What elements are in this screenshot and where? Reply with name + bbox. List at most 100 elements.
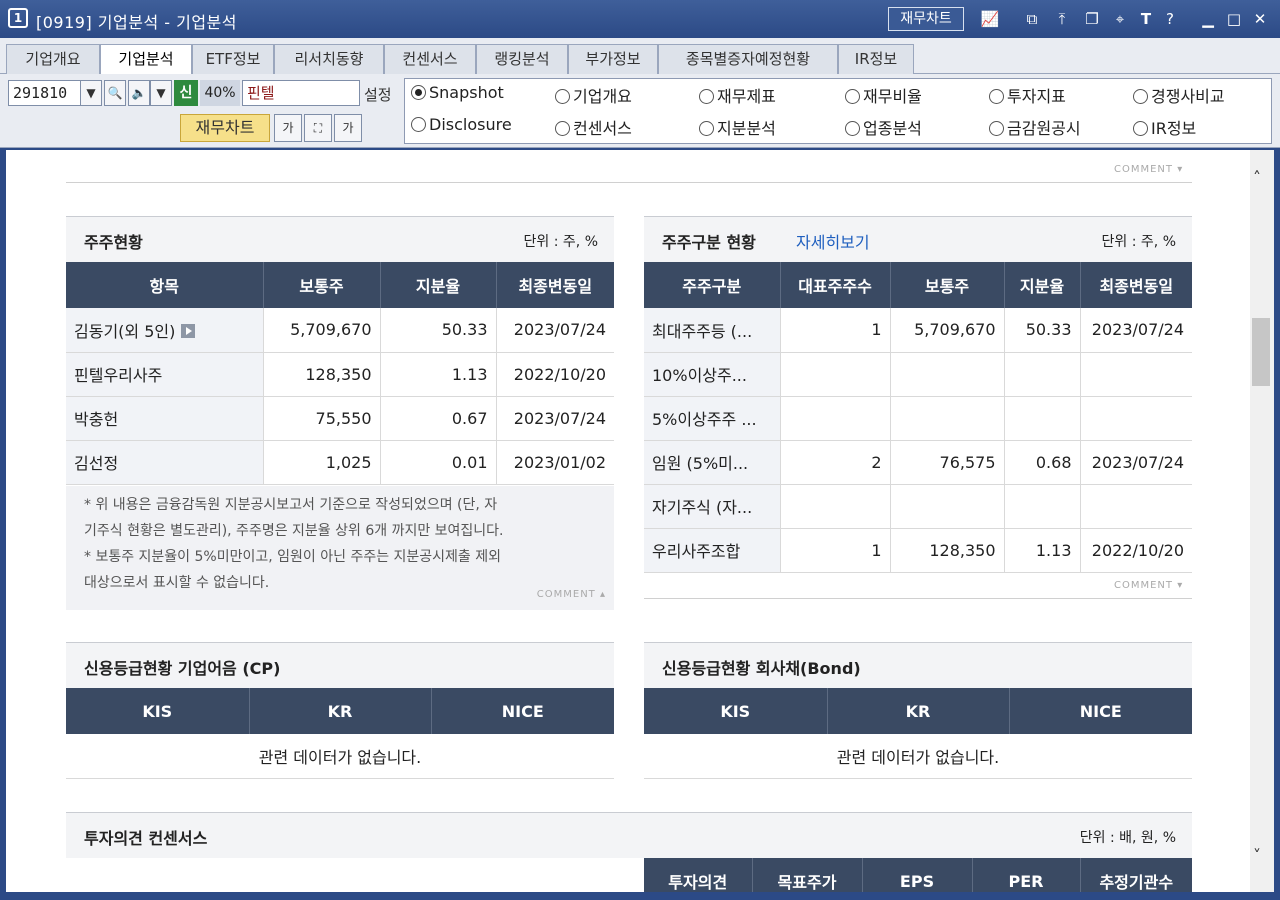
consensus-header: 투자의견 컨센서스 단위 : 배, 원, % (66, 812, 1192, 858)
radio-icon (989, 89, 1004, 104)
radio-icon (1133, 89, 1148, 104)
vertical-scrollbar[interactable]: ˄ ˅ (1250, 150, 1274, 892)
font-decrease-label: 가 (282, 121, 294, 135)
scroll-up-icon[interactable]: ˄ (1253, 168, 1261, 187)
shareholder-type: 10%이상주... (644, 352, 780, 397)
title-fin-chart-button[interactable]: 재무차트 (888, 7, 964, 31)
comment-toggle[interactable]: COMMENT ▴ (537, 582, 606, 608)
radio-label: Disclosure (429, 115, 512, 134)
comment-label: COMMENT (1114, 580, 1174, 591)
shareholder-type: 자기주식 (자... (644, 484, 780, 529)
radio-investment-indicators[interactable]: 투자지표 (989, 83, 1066, 107)
font-increase-button[interactable]: 가 (334, 114, 362, 142)
radio-disclosure[interactable]: Disclosure (411, 115, 512, 134)
maximize-icon[interactable]: □ (1224, 9, 1244, 29)
minimize-icon[interactable]: ▁ (1198, 9, 1218, 29)
tab-additional-info[interactable]: 부가정보 (568, 44, 658, 74)
move-top-icon[interactable]: ⤒ (1052, 9, 1072, 29)
radio-label: 투자지표 (1007, 87, 1066, 106)
chart-icon[interactable]: 📈 (980, 9, 1000, 29)
table-row: 박충헌 75,550 0.67 2023/07/24 (66, 396, 614, 441)
radio-consensus[interactable]: 컨센서스 (555, 115, 632, 139)
title-bar: 1 [0919] 기업분석 - 기업분석 재무차트 📈 ⧉ ⤒ ❐ ⌖ T ? … (0, 0, 1280, 38)
shareholders-unit: 단위 : 주, % (523, 234, 598, 250)
pin-icon[interactable]: ⌖ (1110, 9, 1130, 29)
help-icon[interactable]: ? (1160, 9, 1180, 29)
link-window-icon[interactable]: ⧉ (1022, 9, 1042, 29)
font-size-icon[interactable]: T (1136, 9, 1156, 29)
table-row: 핀텔우리사주 128,350 1.13 2022/10/20 (66, 352, 614, 397)
divider (644, 598, 1192, 599)
table-row: 자기주식 (자... (644, 484, 1192, 529)
radio-financial-statements[interactable]: 재무제표 (699, 83, 776, 107)
last-change-date: 2023/07/24 (495, 396, 614, 441)
tab-company-overview[interactable]: 기업개요 (6, 44, 100, 74)
last-change-date: 2023/01/02 (495, 440, 614, 485)
window-number[interactable]: 1 (8, 8, 28, 28)
divider (66, 182, 1192, 183)
copy-window-icon[interactable]: ❐ (1082, 9, 1102, 29)
radio-ir-info[interactable]: IR정보 (1133, 115, 1196, 139)
radio-fss-disclosure[interactable]: 금감원공시 (989, 115, 1081, 139)
comment-label: COMMENT (536, 589, 596, 600)
share-ratio: 0.01 (379, 440, 496, 485)
share-ratio: 1.13 (1003, 528, 1080, 573)
comment-toggle[interactable]: COMMENT ▾ (1114, 164, 1183, 175)
last-change-date (1079, 484, 1192, 529)
speaker-icon[interactable]: 🔈 (128, 80, 150, 106)
share-ratio (1003, 396, 1080, 441)
close-icon[interactable]: ✕ (1250, 9, 1270, 29)
common-shares: 128,350 (262, 352, 380, 397)
detail-link[interactable]: 자세히보기 (796, 229, 870, 253)
common-shares: 75,550 (262, 396, 380, 441)
note-line: * 위 내용은 금융감독원 지분공시보고서 기준으로 작성되었으며 (단, 자 (84, 497, 498, 513)
scroll-thumb[interactable] (1252, 318, 1270, 386)
stock-name-field[interactable]: 핀텔 (242, 80, 360, 106)
tab-etf-info[interactable]: ETF정보 (192, 44, 274, 74)
radio-snapshot[interactable]: Snapshot (411, 83, 504, 102)
shareholder-name: 핀텔우리사주 (66, 352, 263, 397)
scroll-down-icon[interactable]: ˅ (1253, 846, 1261, 865)
radio-label: 업종분석 (863, 119, 922, 138)
radio-peer-comparison[interactable]: 경쟁사비교 (1133, 83, 1225, 107)
radio-label: Snapshot (429, 83, 504, 102)
speaker-dropdown-icon[interactable]: ▼ (150, 80, 172, 106)
no-data-message: 관련 데이터가 없습니다. (644, 734, 1192, 779)
stock-code-input[interactable]: 291810 (8, 80, 82, 106)
representative-count: 1 (779, 528, 890, 573)
radio-company-overview[interactable]: 기업개요 (555, 83, 632, 107)
shareholder-name[interactable]: 김동기(외 5인) (66, 308, 263, 353)
shareholder-types-unit: 단위 : 주, % (1101, 234, 1176, 250)
tab-capital-increase[interactable]: 종목별증자예정현황 (658, 44, 838, 74)
shareholders-title: 주주현황 (84, 233, 143, 252)
radio-icon (699, 121, 714, 136)
share-ratio: 0.68 (1003, 440, 1080, 485)
representative-count: 1 (779, 308, 890, 353)
radio-label: 기업개요 (573, 87, 632, 106)
tab-company-analysis[interactable]: 기업분석 (100, 44, 192, 75)
tab-research[interactable]: 리서치동향 (274, 44, 384, 74)
fin-chart-button[interactable]: 재무차트 (180, 114, 270, 142)
fit-window-icon[interactable]: ⛶ (304, 114, 332, 142)
radio-selected-icon (411, 85, 426, 100)
share-ratio: 50.33 (379, 308, 496, 353)
setting-label[interactable]: 설정 (364, 84, 392, 105)
radio-industry-analysis[interactable]: 업종분석 (845, 115, 922, 139)
last-change-date: 2022/10/20 (1079, 528, 1192, 573)
table-header-row: 투자의견 목표주가 EPS PER 추정기관수 (644, 858, 1192, 892)
tab-consensus[interactable]: 컨센서스 (384, 44, 476, 74)
font-decrease-button[interactable]: 가 (274, 114, 302, 142)
table-row: 관련 데이터가 없습니다. (66, 734, 614, 779)
column-header: 최종변동일 (1079, 262, 1192, 308)
column-header: 목표주가 (751, 858, 862, 892)
code-dropdown-icon[interactable]: ▼ (80, 80, 102, 106)
radio-financial-ratios[interactable]: 재무비율 (845, 83, 922, 107)
share-ratio: 1.13 (379, 352, 496, 397)
search-icon[interactable]: 🔍 (104, 80, 126, 106)
tab-ir-info[interactable]: IR정보 (838, 44, 914, 74)
radio-icon (989, 121, 1004, 136)
tab-ranking[interactable]: 랭킹분석 (476, 44, 568, 74)
radio-equity-analysis[interactable]: 지분분석 (699, 115, 776, 139)
expand-icon[interactable] (181, 323, 196, 338)
comment-toggle[interactable]: COMMENT ▾ (1114, 580, 1183, 591)
